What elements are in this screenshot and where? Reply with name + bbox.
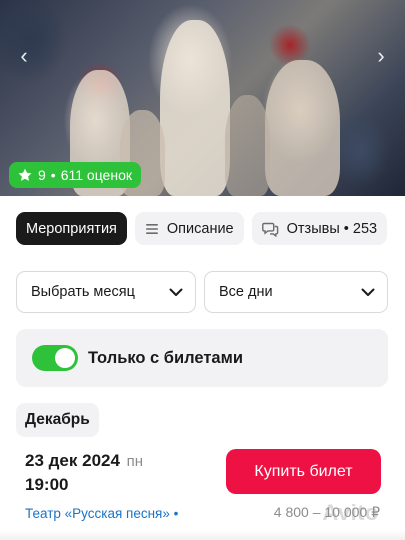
rating-score: 9 bbox=[38, 167, 46, 183]
days-select[interactable]: Все дни bbox=[204, 271, 388, 313]
chevron-down-icon bbox=[169, 288, 183, 296]
chat-icon bbox=[261, 222, 278, 237]
tab-reviews[interactable]: Отзывы • 253 bbox=[251, 212, 388, 245]
rating-separator: • bbox=[50, 167, 56, 183]
tickets-only-label: Только с билетами bbox=[88, 348, 243, 367]
month-select-value: Выбрать месяц bbox=[31, 284, 135, 300]
tab-events-label: Мероприятия bbox=[26, 220, 117, 237]
tab-description[interactable]: Описание bbox=[134, 212, 244, 245]
buy-ticket-button[interactable]: Купить билет bbox=[226, 449, 381, 494]
bottom-shadow bbox=[0, 530, 405, 540]
rating-badge[interactable]: 9 • 611 оценок bbox=[9, 162, 141, 188]
tab-description-label: Описание bbox=[166, 220, 234, 237]
price-range: 4 800 – 10 000 ₽ bbox=[273, 504, 380, 520]
list-icon bbox=[145, 223, 158, 234]
event-date: 23 дек 2024 пн bbox=[25, 451, 143, 471]
chevron-down-icon bbox=[361, 288, 375, 296]
event-time: 19:00 bbox=[25, 475, 69, 494]
tab-events[interactable]: Мероприятия bbox=[16, 212, 127, 245]
tickets-only-row: Только с билетами bbox=[16, 329, 388, 387]
star-icon bbox=[18, 168, 32, 181]
gallery-prev-icon[interactable]: ‹ bbox=[14, 44, 34, 68]
tabs-bar: Мероприятия Описание Отзывы • 253 bbox=[16, 212, 388, 245]
event-weekday: пн bbox=[126, 453, 144, 470]
rating-count: 611 оценок bbox=[60, 167, 132, 183]
tickets-only-toggle[interactable] bbox=[32, 345, 78, 371]
gallery-next-icon[interactable]: › bbox=[371, 44, 391, 68]
month-select[interactable]: Выбрать месяц bbox=[16, 271, 196, 313]
venue-link[interactable]: Театр «Русская песня» • bbox=[25, 506, 178, 521]
toggle-knob bbox=[55, 348, 75, 368]
days-select-value: Все дни bbox=[219, 284, 273, 300]
month-header: Декабрь bbox=[16, 403, 99, 437]
event-date-text: 23 дек 2024 bbox=[25, 451, 120, 470]
tab-reviews-label: Отзывы • 253 bbox=[286, 220, 378, 237]
